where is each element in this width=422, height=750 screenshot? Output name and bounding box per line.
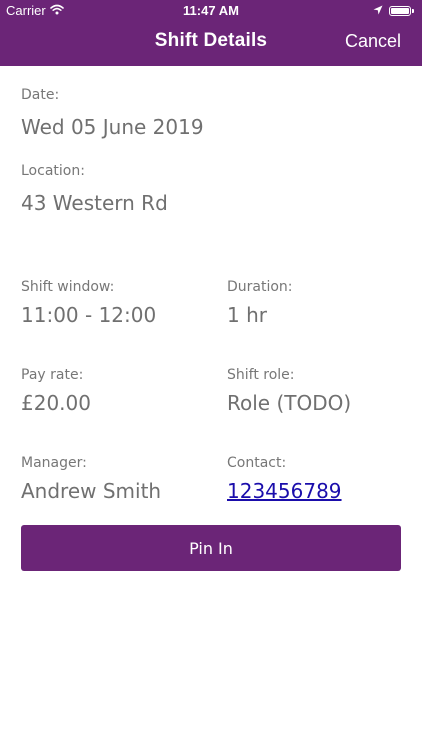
battery-fill [391, 8, 409, 14]
status-right-group [373, 4, 414, 18]
pay-rate-value: £20.00 [21, 391, 91, 415]
location-label: Location: [21, 163, 85, 179]
location-value: 43 Western Rd [21, 191, 168, 215]
cancel-button[interactable]: Cancel [345, 31, 401, 52]
manager-value: Andrew Smith [21, 479, 162, 503]
header: Carrier 11:47 AM Shift Details Cancel [0, 0, 422, 66]
manager-label: Manager: [21, 455, 87, 471]
contact-label: Contact: [227, 455, 287, 471]
date-label: Date: [21, 87, 60, 103]
pay-rate-label: Pay rate: [21, 367, 84, 383]
shift-window-label: Shift window: [21, 279, 115, 295]
location-arrow-icon [373, 4, 383, 18]
date-value: Wed 05 June 2019 [21, 115, 204, 139]
status-time: 11:47 AM [183, 3, 239, 18]
pin-in-label: Pin In [189, 538, 233, 558]
contact-phone-link[interactable]: 123456789 [227, 479, 342, 503]
pin-in-button[interactable]: Pin In [21, 525, 401, 571]
shift-role-label: Shift role: [227, 367, 295, 383]
battery-icon [389, 6, 411, 16]
duration-value: 1 hr [227, 303, 267, 327]
battery-tip [412, 9, 414, 13]
shift-window-value: 11:00 - 12:00 [21, 303, 157, 327]
shift-role-value: Role (TODO) [227, 391, 352, 415]
status-bar: Carrier 11:47 AM [0, 0, 422, 22]
duration-label: Duration: [227, 279, 293, 295]
